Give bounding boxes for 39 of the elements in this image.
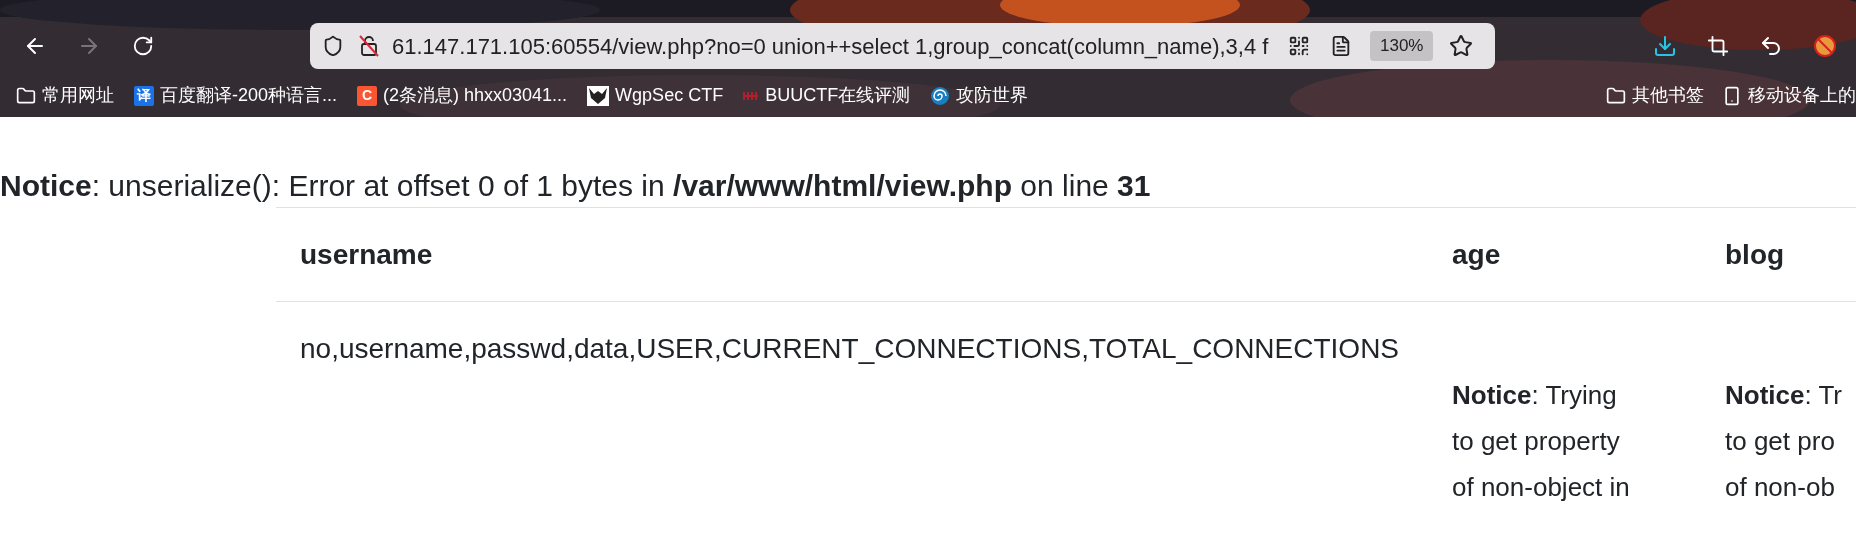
spiral-icon xyxy=(930,85,951,106)
notice-message: Notice: unserialize(): Error at offset 0 of 1 bytes in /var/www/html/view.php on line 31 xyxy=(0,168,1152,203)
column-header: blog xyxy=(1724,237,1786,272)
table-cell-text: to get property xyxy=(1452,425,1621,458)
reader-icon[interactable] xyxy=(1330,35,1352,57)
qr-code-icon[interactable] xyxy=(1288,35,1310,57)
address-bar[interactable]: 61.147.171.105:60554/view.php?no=0 union++select 1,group_concat(column_name),3,4 f 130% xyxy=(310,23,1495,69)
site-icon: 译 xyxy=(134,85,154,106)
folder-icon xyxy=(1606,85,1626,106)
folder-icon xyxy=(16,85,36,106)
table-cell-text: Notice: Tr xyxy=(1725,379,1844,412)
bookmark[interactable]: 常用网址 xyxy=(16,80,114,111)
phone-icon xyxy=(1722,85,1742,106)
table-cell-text: of non-object in xyxy=(1452,471,1631,504)
table-cell-text: of non-ob xyxy=(1725,471,1836,504)
undo-icon[interactable] xyxy=(1759,34,1783,58)
zoom-badge[interactable]: 130% xyxy=(1370,31,1434,61)
wolf-icon xyxy=(587,85,610,106)
bookmark[interactable]: 移动设备上的 xyxy=(1722,80,1856,111)
crop-icon[interactable] xyxy=(1707,35,1729,57)
star-icon[interactable] xyxy=(1449,34,1474,58)
bookmark[interactable]: 攻防世界 xyxy=(930,80,1029,111)
url-text: 61.147.171.105:60554/view.php?no=0 union++select 1,group_concat(column_name),3,4 f xyxy=(392,32,1270,61)
bookmark[interactable]: WgpSec CTF xyxy=(587,80,724,111)
site-icon: C xyxy=(357,85,378,106)
lock-slash-icon xyxy=(358,34,380,58)
reload-icon xyxy=(132,35,154,57)
shield-icon xyxy=(322,35,344,57)
table-cell-text: to get pro xyxy=(1725,425,1836,458)
bookmark[interactable]: BUUCTF在线评测 xyxy=(743,80,911,111)
table-cell-text: Notice: Trying xyxy=(1452,379,1618,412)
bookmark[interactable]: 译 百度翻译-200种语言... xyxy=(134,80,338,111)
site-icon xyxy=(743,89,760,102)
bookmark[interactable]: 其他书签 xyxy=(1606,80,1704,111)
bookmark[interactable]: C (2条消息) hhxx03041... xyxy=(357,80,568,111)
column-header: username xyxy=(299,237,434,272)
table-cell-text: no,username,passwd,data,USER,CURRENT_CONNECTIONS,TOTAL_CONNECTIONS xyxy=(300,332,1401,366)
download-icon[interactable] xyxy=(1653,34,1677,58)
column-header: age xyxy=(1451,237,1502,272)
